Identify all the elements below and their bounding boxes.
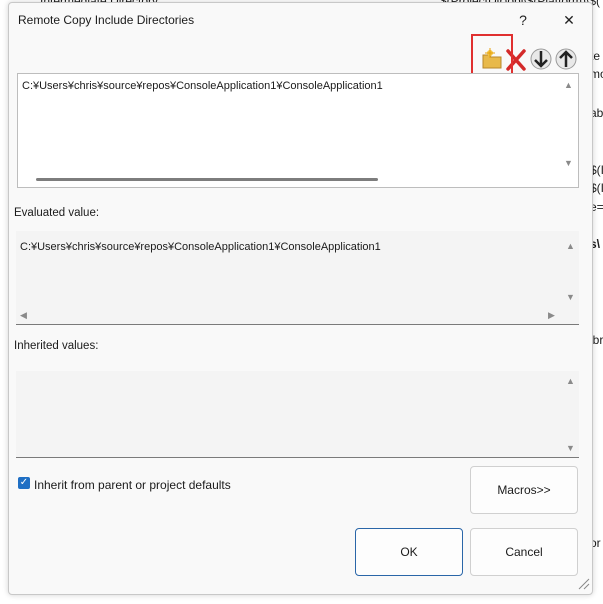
inherit-checkbox-label[interactable]: Inherit from parent or project defaults [34,478,231,492]
arrow-down-icon [530,48,552,70]
close-button[interactable]: ✕ [555,9,583,31]
scroll-up-arrow[interactable]: ▲ [566,241,575,251]
title-bar: Remote Copy Include Directories ? ✕ [9,3,592,37]
value-editor[interactable]: C:¥Users¥chris¥source¥repos¥ConsoleAppli… [17,73,579,188]
dialog-title: Remote Copy Include Directories [18,13,195,27]
property-editor-dialog: Remote Copy Include Directories ? ✕ C:¥U… [8,2,593,595]
scroll-up-arrow[interactable]: ▲ [564,80,573,90]
evaluated-value-text: C:¥Users¥chris¥source¥repos¥ConsoleAppli… [20,241,381,253]
scroll-right-arrow[interactable]: ▶ [548,310,555,321]
ok-button[interactable]: OK [355,528,463,576]
inherited-values-box: ▲ ▼ [16,371,579,458]
move-down-button[interactable] [530,47,552,71]
scroll-down-arrow[interactable]: ▼ [564,158,573,168]
evaluated-value-box: C:¥Users¥chris¥source¥repos¥ConsoleAppli… [16,231,579,325]
resize-grip-icon[interactable] [576,576,590,590]
cancel-button[interactable]: Cancel [470,528,578,576]
inherited-values-label: Inherited values: [14,340,99,352]
scroll-down-arrow[interactable]: ▼ [566,443,575,453]
scroll-up-arrow[interactable]: ▲ [566,376,575,386]
inherit-checkbox[interactable]: ✓ [18,477,30,489]
macros-button[interactable]: Macros>> [470,466,578,514]
evaluated-value-label: Evaluated value: [14,207,100,219]
arrow-up-icon [555,48,577,70]
horizontal-scrollbar-thumb[interactable] [36,178,378,181]
value-editor-text: C:¥Users¥chris¥source¥repos¥ConsoleAppli… [22,80,383,92]
help-button[interactable]: ? [509,9,537,31]
scroll-down-arrow[interactable]: ▼ [566,292,575,302]
scroll-left-arrow[interactable]: ◀ [20,310,27,321]
move-up-button[interactable] [555,47,577,71]
